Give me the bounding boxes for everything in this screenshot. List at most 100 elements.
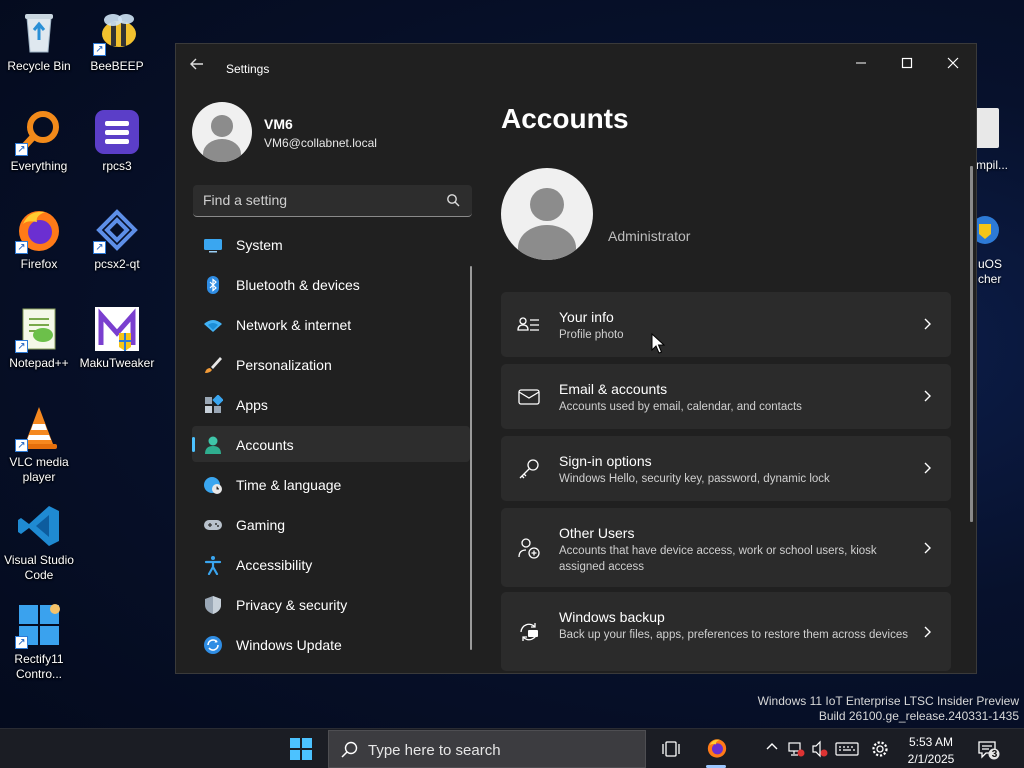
account-role: Administrator bbox=[608, 228, 691, 244]
partial-desktop-icon-compiler[interactable] bbox=[975, 108, 999, 148]
desktop-icon-label: pcsx2-qt bbox=[94, 257, 140, 271]
desktop-icon-rpcs3[interactable]: rpcs3 bbox=[78, 108, 156, 174]
desktop-icon-vlc[interactable]: ↗ VLC media player bbox=[0, 404, 78, 485]
desktop-icon-label: Visual Studio Code bbox=[4, 553, 74, 582]
shortcut-arrow-icon: ↗ bbox=[15, 143, 28, 156]
desktop-icon-label: Everything bbox=[10, 159, 68, 173]
avatar-body bbox=[517, 225, 577, 260]
desktop-icon-label: Notepad++ bbox=[9, 356, 69, 370]
show-hidden-icons-button[interactable] bbox=[763, 740, 781, 758]
shield-icon bbox=[205, 596, 221, 614]
partial-desktop-label: mpil... bbox=[976, 158, 1009, 172]
find-setting-input[interactable] bbox=[203, 185, 433, 215]
shortcut-arrow-icon: ↗ bbox=[15, 439, 28, 452]
content-scrollbar[interactable] bbox=[970, 166, 973, 522]
card-other-users[interactable]: Other Users Accounts that have device ac… bbox=[501, 508, 951, 587]
nav-item-network[interactable]: Network & internet bbox=[192, 306, 470, 342]
nav-item-personalization[interactable]: Personalization bbox=[192, 346, 470, 382]
key-icon bbox=[519, 459, 539, 479]
recycle-bin-icon bbox=[15, 8, 63, 56]
card-sign-in-options[interactable]: Sign-in options Windows Hello, security … bbox=[501, 436, 951, 501]
window-title: Settings bbox=[226, 62, 270, 76]
network-disconnected-icon bbox=[788, 742, 805, 757]
back-button[interactable] bbox=[190, 57, 210, 77]
brush-icon bbox=[205, 357, 222, 373]
shortcut-arrow-icon: ↗ bbox=[15, 340, 28, 353]
task-view-icon bbox=[662, 741, 680, 757]
account-avatar[interactable] bbox=[501, 168, 593, 260]
desktop-icon-label: BeeBEEP bbox=[90, 59, 144, 73]
nav-item-system[interactable]: System bbox=[192, 226, 470, 262]
find-setting-search-box[interactable] bbox=[193, 185, 472, 217]
nav-item-label: Personalization bbox=[236, 357, 332, 373]
title-bar[interactable]: Settings bbox=[176, 44, 976, 84]
card-subtitle: Windows Hello, security key, password, d… bbox=[559, 473, 830, 485]
desktop-icon-rectify11[interactable]: ↗ Rectify11 Contro... bbox=[0, 601, 78, 682]
shield-icon bbox=[971, 216, 999, 244]
taskbar-firefox-button[interactable] bbox=[706, 737, 728, 759]
minimize-button[interactable] bbox=[838, 50, 884, 78]
arrow-left-icon bbox=[190, 58, 203, 70]
search-icon bbox=[341, 741, 358, 758]
desktop-icon-recycle-bin[interactable]: Recycle Bin bbox=[0, 8, 78, 74]
settings-tray-button[interactable] bbox=[871, 740, 889, 758]
nav-item-accessibility[interactable]: Accessibility bbox=[192, 546, 470, 582]
desktop-icon-label: Recycle Bin bbox=[7, 59, 71, 73]
nav-item-gaming[interactable]: Gaming bbox=[192, 506, 470, 542]
minimize-icon bbox=[856, 62, 866, 64]
close-button[interactable] bbox=[930, 50, 976, 78]
card-email-accounts[interactable]: Email & accounts Accounts used by email,… bbox=[501, 364, 951, 429]
card-your-info[interactable]: Your info Profile photo bbox=[501, 292, 951, 357]
desktop-icon-label: VLC media player bbox=[9, 455, 69, 484]
card-windows-backup[interactable]: Windows backup Back up your files, apps,… bbox=[501, 592, 951, 671]
partial-desktop-icon-launcher[interactable] bbox=[971, 210, 999, 250]
mouse-cursor-icon bbox=[651, 333, 665, 354]
task-view-button[interactable] bbox=[661, 739, 681, 759]
nav-scrollbar[interactable] bbox=[470, 266, 472, 650]
start-button[interactable] bbox=[290, 738, 312, 760]
shortcut-arrow-icon: ↗ bbox=[15, 636, 28, 649]
chevron-right-icon bbox=[924, 318, 931, 330]
nav-item-bluetooth[interactable]: Bluetooth & devices bbox=[192, 266, 470, 302]
nav-item-label: Network & internet bbox=[236, 317, 352, 333]
partial-desktop-label: uOS bbox=[978, 257, 1003, 271]
vlc-cone-icon: ↗ bbox=[15, 404, 63, 452]
card-subtitle: Profile photo bbox=[559, 329, 624, 341]
desktop-icon-notepadpp[interactable]: ↗ Notepad++ bbox=[0, 305, 78, 371]
user-info-icon bbox=[517, 317, 539, 331]
desktop-icon-vscode[interactable]: Visual Studio Code bbox=[0, 502, 78, 583]
card-title: Windows backup bbox=[559, 609, 665, 625]
volume-tray-button[interactable] bbox=[811, 740, 829, 758]
card-title: Sign-in options bbox=[559, 453, 652, 469]
desktop-icon-makutweaker[interactable]: MakuTweaker bbox=[78, 305, 156, 371]
profile-avatar[interactable] bbox=[192, 102, 252, 162]
search-icon[interactable] bbox=[446, 193, 462, 209]
mail-icon bbox=[518, 389, 540, 405]
nav-item-time-language[interactable]: Time & language bbox=[192, 466, 470, 502]
network-tray-button[interactable] bbox=[787, 740, 805, 758]
add-user-icon bbox=[518, 538, 540, 559]
nav-item-accounts[interactable]: Accounts bbox=[192, 426, 470, 462]
nav-item-label: Bluetooth & devices bbox=[236, 277, 360, 293]
avatar-head bbox=[211, 115, 233, 137]
wifi-icon bbox=[204, 320, 222, 332]
desktop-icon-pcsx2[interactable]: ↗ pcsx2-qt bbox=[78, 206, 156, 272]
nav-item-windows-update[interactable]: Windows Update bbox=[192, 626, 470, 662]
maximize-button[interactable] bbox=[884, 50, 930, 78]
nav-item-label: Accessibility bbox=[236, 557, 313, 573]
desktop-icon-beebeep[interactable]: ↗ BeeBEEP bbox=[78, 8, 156, 74]
bee-icon: ↗ bbox=[93, 8, 141, 56]
notification-center-button[interactable]: 3 bbox=[978, 740, 1000, 760]
vscode-icon bbox=[15, 502, 63, 550]
nav-item-privacy-security[interactable]: Privacy & security bbox=[192, 586, 470, 622]
accessibility-icon bbox=[204, 556, 222, 575]
desktop-icon-firefox[interactable]: ↗ Firefox bbox=[0, 206, 78, 272]
nav-item-apps[interactable]: Apps bbox=[192, 386, 470, 422]
chevron-up-icon bbox=[766, 743, 778, 750]
desktop-icon-everything[interactable]: ↗ Everything bbox=[0, 108, 78, 174]
card-title: Other Users bbox=[559, 525, 635, 541]
taskbar-clock[interactable]: 5:53 AM 2/1/2025 bbox=[896, 734, 966, 768]
touch-keyboard-button[interactable] bbox=[835, 740, 859, 758]
desktop-icon-label: rpcs3 bbox=[102, 159, 132, 173]
taskbar-search-box[interactable]: Type here to search bbox=[328, 730, 646, 768]
